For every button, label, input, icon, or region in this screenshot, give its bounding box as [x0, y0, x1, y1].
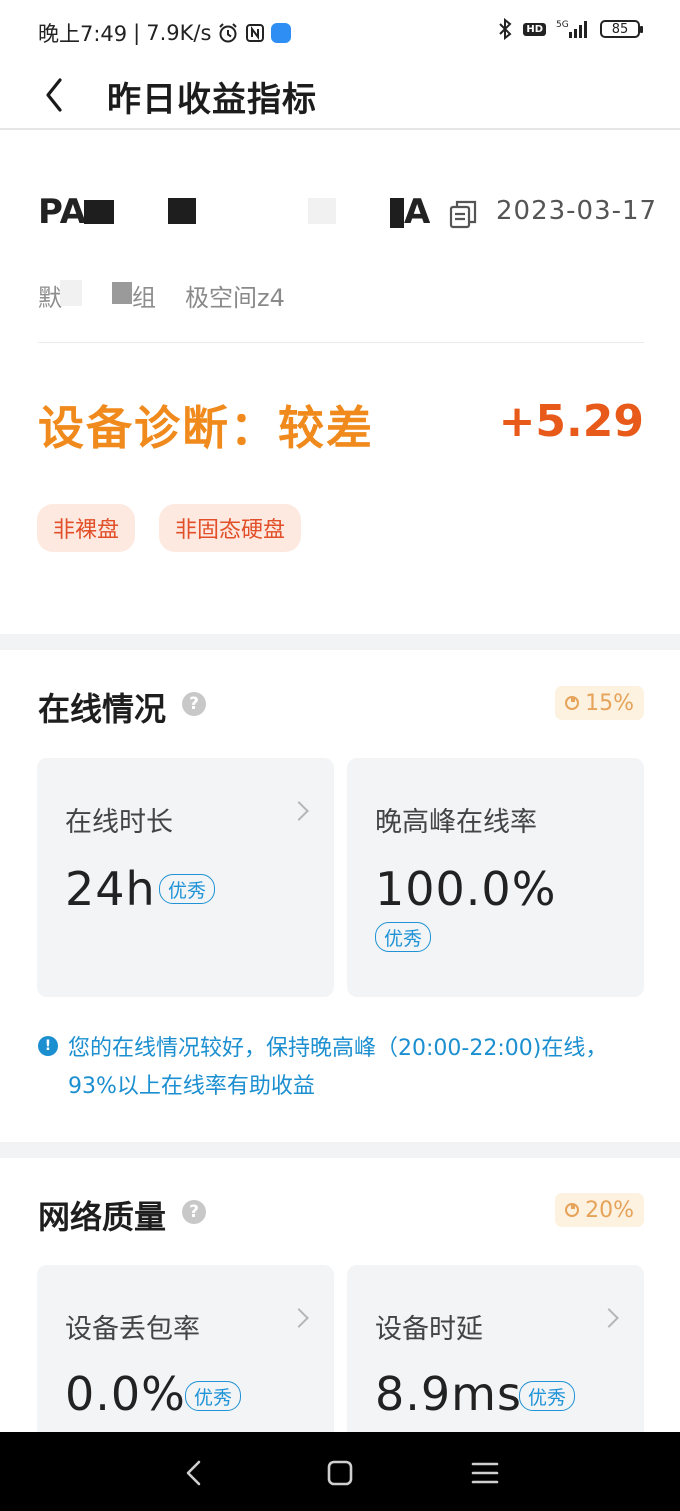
diagnosis-label: 设备诊断：较差 — [38, 401, 374, 455]
nav-home-icon — [327, 1460, 353, 1486]
back-button[interactable] — [36, 74, 80, 118]
tag-not-bare-disk: 非裸盘 — [37, 504, 136, 552]
status-separator: | — [133, 21, 141, 45]
rating-badge: 优秀 — [159, 874, 216, 904]
rating-badge: 优秀 — [185, 1381, 242, 1411]
status-bar: 晚上7:49 | 7.9K/s HD 5G 85 — [0, 0, 680, 64]
nav-menu-icon — [471, 1462, 499, 1484]
redaction-block — [390, 198, 404, 228]
section-gap — [0, 634, 680, 650]
bluetooth-icon — [497, 18, 513, 40]
nav-back-icon — [186, 1460, 201, 1486]
device-group-prefix: 默 — [38, 284, 62, 312]
tag-not-ssd: 非固态硬盘 — [159, 504, 302, 552]
weight-value: 15% — [585, 690, 634, 716]
status-speed: 7.9K/s — [146, 21, 212, 45]
divider — [38, 342, 644, 343]
pie-chart-icon — [565, 1203, 580, 1217]
section-gap — [0, 1142, 680, 1158]
redaction-block — [84, 200, 114, 224]
rating-badge: 优秀 — [519, 1381, 576, 1411]
pie-chart-icon — [565, 696, 580, 710]
card-label: 设备丢包率 — [65, 1314, 200, 1345]
peak-online-rate-card: 晚高峰在线率 100.0% 优秀 — [347, 758, 644, 997]
status-time: 晚上7:49 — [38, 22, 128, 46]
card-value: 8.9ms — [375, 1367, 522, 1421]
chevron-left-icon — [46, 78, 62, 112]
device-name-prefix: PA — [38, 192, 87, 232]
help-icon[interactable]: ? — [182, 692, 206, 716]
svg-text:5G: 5G — [556, 20, 569, 30]
device-group-suffix: 组 — [132, 284, 156, 312]
chevron-right-icon — [289, 1308, 309, 1328]
device-model: 极空间z4 — [185, 284, 285, 312]
device-name-suffix: A — [404, 192, 431, 232]
card-value: 0.0% — [65, 1367, 186, 1421]
copy-icon[interactable] — [448, 198, 480, 230]
status-left: 晚上7:49 | 7.9K/s — [38, 18, 292, 48]
system-nav-bar — [0, 1432, 680, 1511]
card-value: 24h — [65, 862, 156, 916]
battery-indicator: 85 — [600, 20, 643, 38]
card-value: 100.0% — [375, 862, 557, 916]
redaction-block — [308, 198, 336, 224]
online-tip: 您的在线情况较好，保持晚高峰（20:00-22:00)在线，93%以上在线率有助… — [68, 1036, 608, 1099]
status-right: HD 5G 85 — [497, 18, 643, 40]
score-value: +5.29 — [498, 396, 644, 447]
nav-back-button[interactable] — [178, 1456, 212, 1490]
card-label: 设备时延 — [375, 1314, 483, 1345]
weight-value: 20% — [585, 1197, 634, 1223]
date-label: 2023-03-17 — [496, 196, 658, 226]
info-icon: ! — [38, 1036, 58, 1056]
nav-home-button[interactable] — [323, 1456, 357, 1490]
online-section-title: 在线情况 — [38, 690, 167, 728]
redaction-block — [112, 282, 132, 304]
page-title: 昨日收益指标 — [107, 80, 317, 120]
redaction-block — [60, 280, 82, 306]
network-section-title: 网络质量 — [38, 1198, 167, 1236]
weight-badge: 20% — [555, 1193, 644, 1227]
help-icon[interactable]: ? — [182, 1200, 206, 1224]
card-label: 晚高峰在线率 — [375, 807, 537, 838]
online-duration-card[interactable]: 在线时长 24h 优秀 — [37, 758, 334, 997]
chevron-right-icon — [599, 1308, 619, 1328]
nfc-icon — [245, 23, 265, 43]
chevron-right-icon — [289, 801, 309, 821]
alarm-icon — [217, 22, 239, 44]
card-label: 在线时长 — [65, 807, 173, 838]
nav-menu-button[interactable] — [468, 1456, 502, 1490]
weight-badge: 15% — [555, 686, 644, 720]
page-header: 昨日收益指标 — [0, 64, 680, 130]
redaction-block — [168, 198, 196, 224]
signal-icon: 5G — [556, 18, 590, 40]
app-notification-icon — [271, 23, 292, 43]
rating-badge: 优秀 — [375, 922, 432, 952]
hd-icon: HD — [523, 22, 546, 36]
